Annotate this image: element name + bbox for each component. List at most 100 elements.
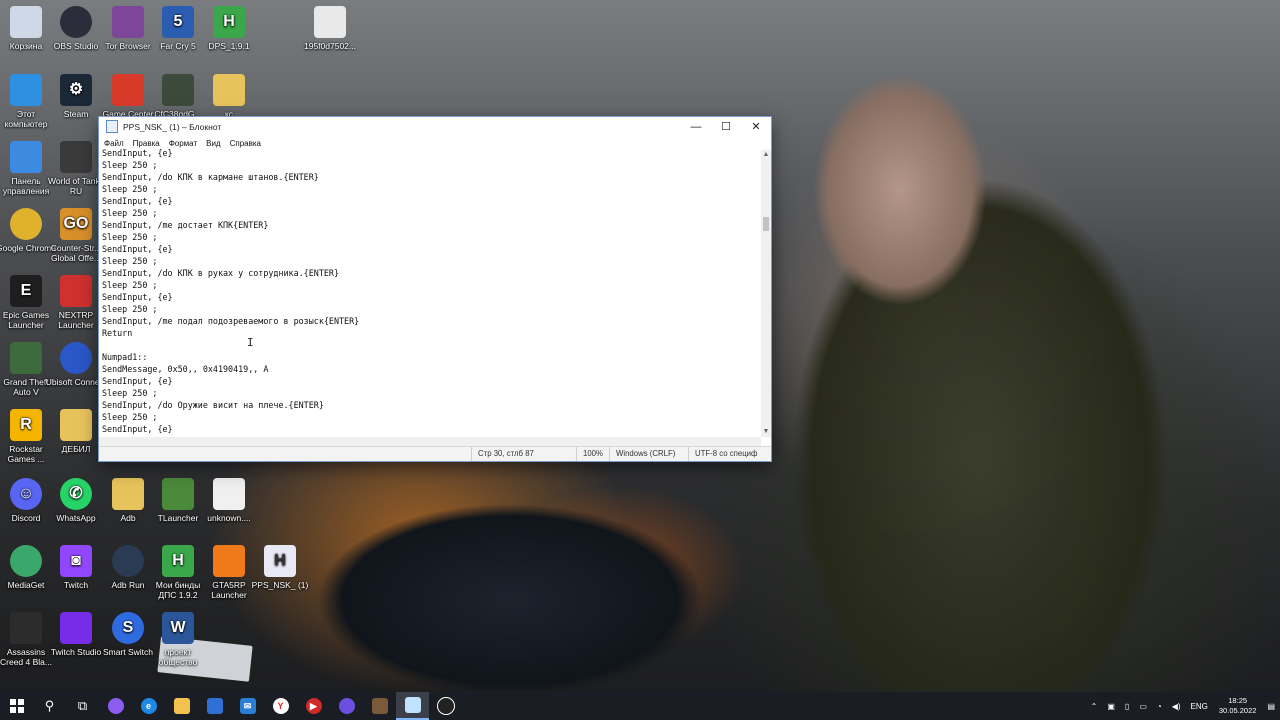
taskbar-yandex[interactable]: Y (264, 692, 297, 720)
nextrp-icon (60, 275, 92, 307)
desktop-icon[interactable]: World of Tanks RU (45, 141, 107, 196)
editor-line: Sleep 250 ; (102, 412, 158, 422)
battery-icon[interactable]: ▭ (1139, 702, 1147, 711)
task-view-button[interactable]: ⧉ (66, 692, 99, 720)
folder-icon (213, 74, 245, 106)
mediaget-icon (10, 545, 42, 577)
close-button[interactable]: ✕ (741, 117, 771, 136)
wallpaper-figure (760, 40, 1230, 690)
adb-run-icon (112, 545, 144, 577)
taskbar-obs[interactable] (330, 692, 363, 720)
language-indicator[interactable]: ENG (1191, 702, 1208, 711)
chevron-up-icon[interactable]: ⌃ (1091, 702, 1098, 711)
text-editor[interactable]: SendInput, {e} Sleep 250 ; SendInput, /do … (99, 147, 764, 445)
editor-line: Sleep 250 ; (102, 160, 158, 170)
vertical-scrollbar[interactable]: ▲ ▼ (761, 150, 771, 437)
desktop-icon-label: Ubisoft Connect (45, 377, 107, 387)
clock[interactable]: 18:25 30.05.2022 (1219, 696, 1257, 716)
smart-switch-icon: S (112, 612, 144, 644)
chrome-icon (10, 208, 42, 240)
game-center-icon (112, 74, 144, 106)
minimize-button[interactable]: — (681, 117, 711, 136)
editor-line: SendInput, /do КПК в кармане штанов.{ENT… (102, 172, 319, 182)
editor-line: SendInput, {e} (102, 148, 173, 158)
task-view-icon: ⧉ (77, 698, 88, 713)
epic-icon: E (10, 275, 42, 307)
image-file-icon (162, 74, 194, 106)
play-icon: ▶ (305, 698, 322, 714)
editor-line: Numpad1:: (102, 352, 148, 362)
folder-icon (173, 698, 190, 714)
search-icon: ⚲ (44, 698, 55, 713)
editor-line: SendInput, /me подал подозреваемого в ро… (102, 316, 360, 326)
desktop-icon[interactable]: Wпроект общество (147, 612, 209, 667)
editor-line: SendInput, /do Оружие висит на плече.{EN… (102, 400, 324, 410)
network-icon[interactable]: ▣ (1107, 702, 1115, 711)
taskbar-edge[interactable]: e (132, 692, 165, 720)
scroll-down-arrow-icon[interactable]: ▼ (761, 427, 771, 437)
discord-icon: ☺ (10, 478, 42, 510)
taskbar-video[interactable]: ▶ (297, 692, 330, 720)
volume-icon[interactable]: ◀) (1172, 702, 1181, 711)
desktop-icon[interactable]: unknown.... (198, 478, 260, 523)
taskbar: ⚲ ⧉ e ✉ Y ▶ ⌃ ▣ ▯ ▭ ◔ ◀) ENG 18:25 30.05… (0, 692, 1280, 720)
desktop-icon-label: DPS_1.9.1 (208, 41, 250, 51)
whatsapp-icon: ✆ (60, 478, 92, 510)
editor-line: Sleep 250 ; (102, 208, 158, 218)
h-app-icon: H (213, 6, 245, 38)
maximize-button[interactable]: ☐ (711, 117, 741, 136)
taskbar-store[interactable] (198, 692, 231, 720)
notepad-window[interactable]: PPS_NSK_ (1) – Блокнот — ☐ ✕ Файл Правка… (99, 117, 771, 461)
wifi-icon[interactable]: ◔ (1157, 702, 1162, 711)
store-icon (206, 698, 223, 714)
editor-line: Sleep 250 ; (102, 184, 158, 194)
taskbar-recorder[interactable] (429, 692, 462, 720)
desktop-icon-label: unknown.... (207, 513, 251, 523)
twitch-studio-icon (60, 612, 92, 644)
desktop-icon[interactable]: кс (198, 74, 260, 119)
notifications-icon[interactable]: ▤ (1267, 702, 1275, 711)
farcry-icon: 5 (162, 6, 194, 38)
scroll-up-arrow-icon[interactable]: ▲ (761, 150, 771, 160)
record-icon (436, 697, 455, 715)
desktop-icon-label: NEXTRP Launcher (58, 310, 94, 330)
editor-line: Sleep 250 ; (102, 280, 158, 290)
desktop-icon-label: World of Tanks RU (48, 176, 104, 196)
desktop-icon[interactable]: Ubisoft Connect (45, 342, 107, 387)
window-titlebar[interactable]: PPS_NSK_ (1) – Блокнот — ☐ ✕ (99, 117, 771, 136)
desktop-icon[interactable]: ДЕБИЛ (45, 409, 107, 454)
desktop-icon-label: проект общество (158, 647, 198, 667)
editor-line: SendInput, {e} (102, 292, 173, 302)
taskbar-explorer[interactable] (165, 692, 198, 720)
taskbar-mail[interactable]: ✉ (231, 692, 264, 720)
editor-line: Sleep 250 ; (102, 304, 158, 314)
yandex-icon: Y (272, 698, 289, 714)
notepad-icon (106, 120, 118, 133)
wallpaper-car (290, 460, 730, 690)
device-icon[interactable]: ▯ (1125, 702, 1129, 711)
desktop-icon-label: PPS_NSK_ (1) (251, 580, 309, 590)
editor-line: Sleep 250 ; (102, 388, 158, 398)
scroll-thumb[interactable] (763, 217, 769, 231)
taskbar-game[interactable] (363, 692, 396, 720)
desktop-icon[interactable]: NEXTRP Launcher (45, 275, 107, 330)
ubisoft-icon (60, 342, 92, 374)
desktop-icon[interactable]: H PPS_NSK_ (1) (249, 545, 311, 590)
notepad-icon (404, 697, 421, 713)
obs-icon (60, 6, 92, 38)
editor-line: SendInput, {e} (102, 244, 173, 254)
desktop-icon[interactable]: 195f0d7502... (299, 6, 361, 51)
desktop-icon[interactable]: H DPS_1.9.1 (198, 6, 260, 51)
editor-line: SendInput, /do КПК в руках у сотрудника.… (102, 268, 339, 278)
taskbar-notepad[interactable] (396, 692, 429, 720)
html-file-icon (213, 478, 245, 510)
tor-icon (112, 6, 144, 38)
desktop-icon[interactable]: GO Counter-Str... Global Offe... (45, 208, 107, 263)
start-button[interactable] (0, 692, 33, 720)
mail-icon: ✉ (239, 698, 256, 714)
h-app-icon: H (162, 545, 194, 577)
folder-icon (60, 409, 92, 441)
taskbar-app[interactable] (99, 692, 132, 720)
search-button[interactable]: ⚲ (33, 692, 66, 720)
